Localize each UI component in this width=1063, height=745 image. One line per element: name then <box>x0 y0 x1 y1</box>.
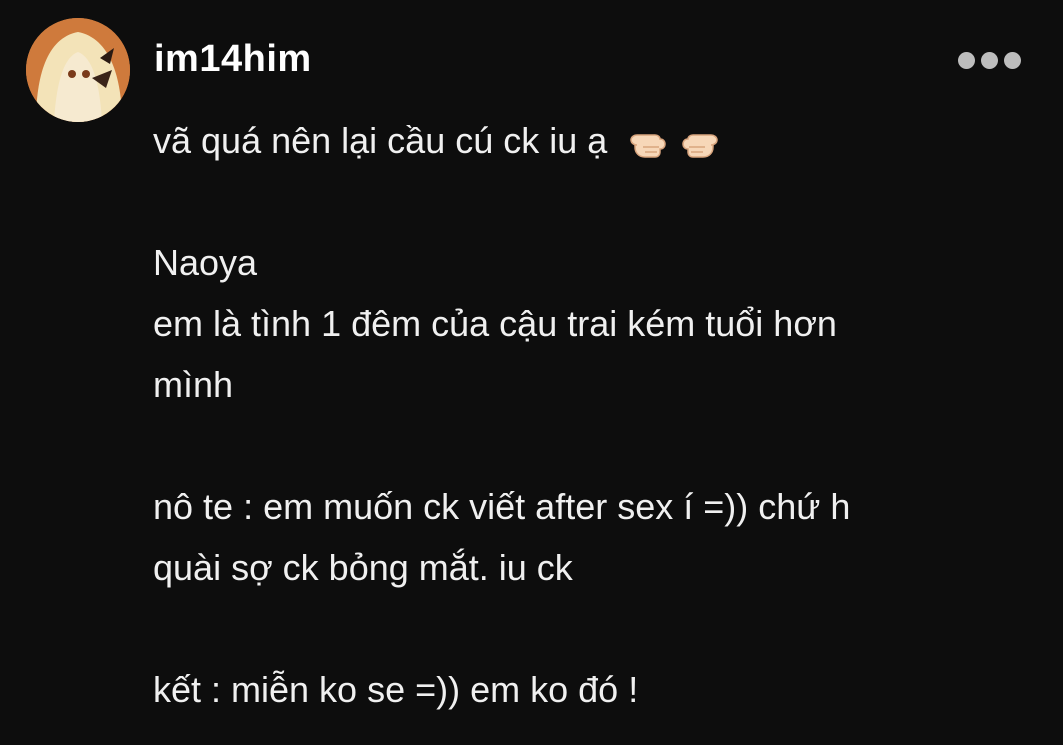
post-spacer <box>153 598 1023 659</box>
post-text: vã quá nên lại cầu cú ck iu ạ <box>153 120 608 161</box>
post-line: vã quá nên lại cầu cú ck iu ạ <box>153 110 1023 171</box>
more-dot <box>981 51 998 69</box>
post-line: quài sợ ck bỏng mắt. iu ck <box>153 547 573 588</box>
backhand-index-right-icon <box>682 134 719 158</box>
username[interactable]: im14him <box>154 38 312 81</box>
more-options-button[interactable] <box>958 50 1026 70</box>
post-line: em là tình 1 đêm của cậu trai kém tuổi h… <box>153 303 837 344</box>
post-line: kết : miễn ko se =)) em ko đó ! <box>153 669 639 710</box>
more-dot <box>1004 51 1021 69</box>
post-line: nô te : em muốn ck viết after sex í =)) … <box>153 486 851 527</box>
pointing-emoji <box>627 125 721 159</box>
more-dot <box>958 51 975 69</box>
post-line: Naoya <box>153 242 258 283</box>
post-content: vã quá nên lại cầu cú ck iu ạ Naoya em l… <box>153 110 1023 720</box>
post-spacer <box>153 171 1023 232</box>
post-line: mình <box>153 364 234 405</box>
post-spacer <box>153 415 1023 476</box>
anime-girl-avatar-icon <box>26 18 130 122</box>
avatar[interactable] <box>26 18 130 122</box>
backhand-index-left-icon <box>630 134 667 158</box>
